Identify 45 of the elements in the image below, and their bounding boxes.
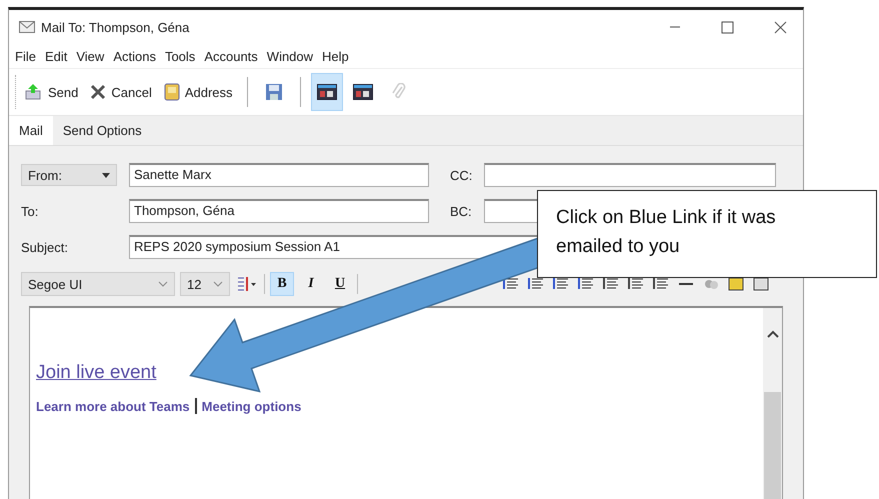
layout-icon[interactable] bbox=[310, 73, 343, 111]
caret-icon bbox=[102, 172, 110, 178]
line-spacing-icon[interactable] bbox=[237, 276, 257, 292]
options-link[interactable]: Meeting options bbox=[202, 398, 302, 414]
chevron-down-icon bbox=[213, 281, 223, 287]
field-label: CC: bbox=[449, 168, 474, 182]
menu-item[interactable]: File bbox=[15, 48, 36, 64]
menu-item[interactable]: Help bbox=[322, 48, 349, 64]
send-button[interactable]: Send bbox=[21, 79, 82, 105]
callout-tooltip: Click on Blue Link if it was emailed to you bbox=[537, 190, 877, 278]
scroll-up-icon[interactable] bbox=[766, 330, 778, 338]
field-label: Subject: bbox=[21, 240, 69, 254]
field-label: To: bbox=[21, 204, 40, 218]
menu-item[interactable]: Window bbox=[266, 48, 314, 64]
cc-field[interactable] bbox=[484, 163, 776, 187]
teams-link[interactable]: Learn more about Teams bbox=[36, 398, 190, 414]
maximize-icon[interactable] bbox=[721, 20, 734, 34]
join-link[interactable]: Join live event bbox=[36, 362, 156, 384]
font-dropdown[interactable]: Segoe UI bbox=[21, 272, 175, 296]
bold-button[interactable]: B bbox=[270, 272, 294, 296]
cancel-button[interactable]: Cancel bbox=[86, 80, 156, 104]
menu-item[interactable]: View bbox=[76, 48, 104, 64]
address-button[interactable]: Address bbox=[160, 79, 237, 105]
scrollbar-thumb[interactable] bbox=[764, 392, 781, 499]
window-title: Mail To: Thompson, Géna bbox=[41, 20, 190, 34]
align-left-icon[interactable] bbox=[603, 277, 619, 291]
menu-item[interactable]: Edit bbox=[44, 48, 68, 64]
italic-button[interactable]: I bbox=[299, 272, 323, 296]
to-field[interactable]: Thompson, Géna bbox=[129, 199, 429, 223]
close-icon[interactable] bbox=[774, 20, 787, 34]
x-icon bbox=[90, 84, 106, 100]
menu-item[interactable]: Accounts bbox=[204, 48, 258, 64]
envelope-icon bbox=[19, 21, 35, 33]
field-label: BC: bbox=[449, 204, 473, 218]
address-book-icon bbox=[164, 83, 180, 101]
underline-button[interactable]: U bbox=[328, 272, 352, 296]
size-dropdown[interactable]: 12 bbox=[180, 272, 230, 296]
from-field[interactable]: Sanette Marx bbox=[129, 163, 429, 187]
tab[interactable]: Mail bbox=[9, 116, 53, 145]
menu-item[interactable]: Actions bbox=[113, 48, 156, 64]
send-mail-icon bbox=[25, 83, 43, 101]
chevron-down-icon bbox=[158, 281, 168, 287]
menu-item[interactable]: Tools bbox=[164, 48, 196, 64]
image-icon[interactable] bbox=[728, 277, 744, 291]
from-dropdown[interactable]: From: bbox=[21, 164, 117, 186]
